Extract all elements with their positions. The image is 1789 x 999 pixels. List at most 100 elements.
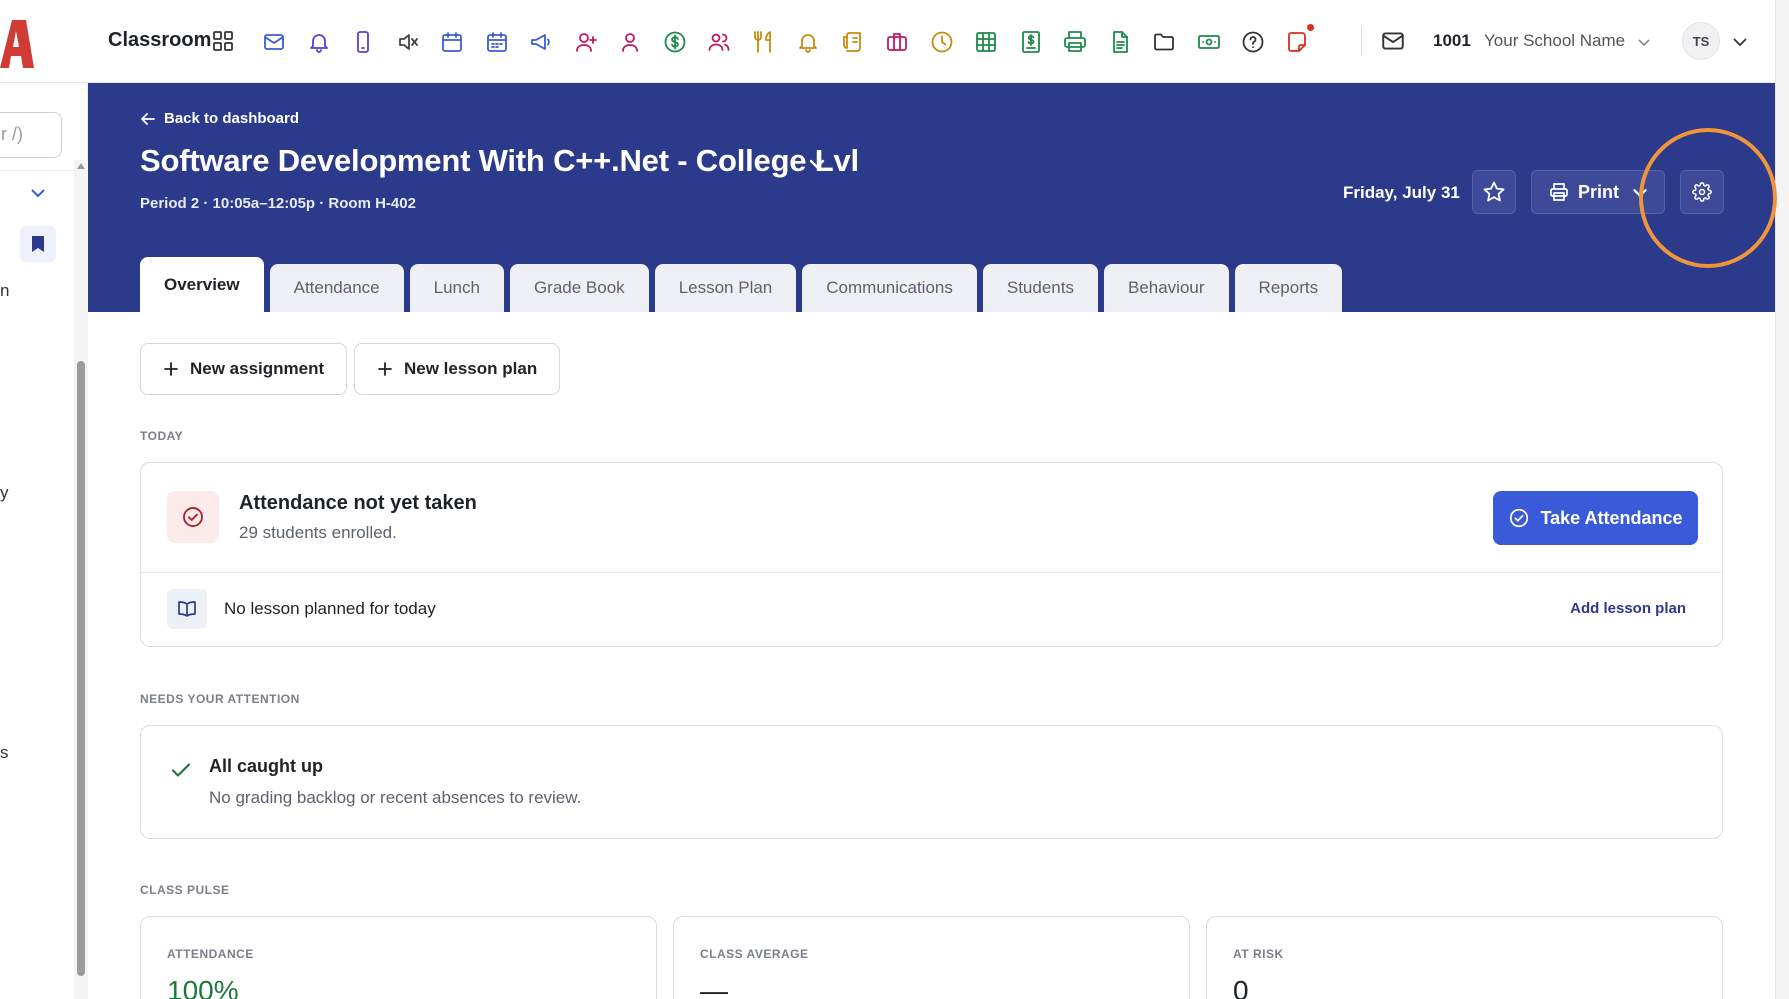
pulse-label: CLASS AVERAGE bbox=[700, 947, 809, 961]
card-divider bbox=[141, 572, 1722, 573]
course-title: Software Development With C++.Net - Coll… bbox=[140, 143, 859, 178]
tab-behaviour[interactable]: Behaviour bbox=[1103, 264, 1229, 312]
print-label: Print bbox=[1578, 181, 1620, 202]
chevron-down-icon[interactable] bbox=[1636, 34, 1652, 50]
messages-icon[interactable] bbox=[1380, 28, 1406, 54]
document-icon[interactable] bbox=[1098, 26, 1143, 58]
tab-communications[interactable]: Communications bbox=[802, 264, 977, 312]
new-lesson-plan-button[interactable]: New lesson plan bbox=[354, 343, 561, 395]
avatar[interactable]: TS bbox=[1682, 22, 1720, 60]
scroll-icon[interactable] bbox=[831, 26, 876, 58]
printer-icon bbox=[1550, 183, 1568, 201]
tab-lesson-plan[interactable]: Lesson Plan bbox=[654, 264, 797, 312]
toolbar-divider bbox=[1361, 26, 1362, 56]
favorite-button[interactable] bbox=[1472, 170, 1516, 214]
pulse-label: ATTENDANCE bbox=[167, 947, 254, 961]
users-icon[interactable] bbox=[697, 26, 742, 58]
pulse-card-at-risk[interactable]: AT RISK 0 bbox=[1206, 916, 1723, 999]
chevron-down-icon bbox=[1632, 188, 1648, 198]
invoice-icon[interactable] bbox=[1009, 26, 1054, 58]
folder-icon[interactable] bbox=[1142, 26, 1187, 58]
pulse-value: 0 bbox=[1233, 975, 1249, 999]
school-number[interactable]: 1001 bbox=[1433, 31, 1471, 51]
lesson-status-icon bbox=[167, 589, 207, 629]
attention-title: All caught up bbox=[209, 756, 323, 776]
sidebar-item-label[interactable]: s bbox=[0, 743, 9, 763]
mute-icon[interactable] bbox=[386, 26, 431, 58]
bell-icon[interactable] bbox=[297, 26, 342, 58]
attention-card: All caught up No grading backlog or rece… bbox=[140, 725, 1723, 839]
back-link-label: Back to dashboard bbox=[164, 110, 300, 127]
chevron-down-icon[interactable] bbox=[27, 182, 49, 204]
back-to-dashboard-link[interactable]: Back to dashboard bbox=[140, 110, 299, 127]
lesson-status-text: No lesson planned for today bbox=[224, 599, 436, 618]
add-lesson-plan-link[interactable]: Add lesson plan bbox=[1570, 600, 1686, 617]
pulse-card-class-average[interactable]: CLASS AVERAGE — bbox=[673, 916, 1190, 999]
new-assignment-label: New assignment bbox=[190, 359, 325, 378]
check-circle-icon bbox=[1510, 508, 1529, 528]
arrow-left-icon bbox=[141, 112, 155, 125]
sidebar: r /) n y s bbox=[0, 83, 88, 999]
course-tabs: Overview Attendance Lunch Grade Book Les… bbox=[140, 257, 1343, 312]
utensils-icon[interactable] bbox=[742, 26, 787, 58]
scroll-up-arrow[interactable] bbox=[77, 163, 85, 169]
chevron-down-icon[interactable] bbox=[806, 153, 828, 175]
tab-lunch[interactable]: Lunch bbox=[409, 264, 504, 312]
app-title[interactable]: Classroom bbox=[108, 29, 211, 52]
table-icon[interactable] bbox=[964, 26, 1009, 58]
tab-attendance[interactable]: Attendance bbox=[269, 264, 404, 312]
megaphone-icon[interactable] bbox=[519, 26, 564, 58]
tab-overview[interactable]: Overview bbox=[140, 257, 264, 312]
tab-reports[interactable]: Reports bbox=[1234, 264, 1343, 312]
school-name[interactable]: Your School Name bbox=[1484, 31, 1625, 51]
course-header: Back to dashboard Software Development W… bbox=[88, 83, 1775, 312]
note-icon[interactable] bbox=[1276, 24, 1321, 58]
sidebar-item-label[interactable]: y bbox=[0, 483, 9, 503]
tab-grade-book[interactable]: Grade Book bbox=[509, 264, 649, 312]
top-bar: Classroom 1001 Your School Name TS bbox=[0, 0, 1789, 83]
sidebar-search-input[interactable]: r /) bbox=[0, 112, 62, 158]
print-button[interactable]: Print bbox=[1531, 170, 1665, 214]
sidebar-item-bookmarks[interactable] bbox=[20, 226, 56, 262]
pulse-card-attendance[interactable]: ATTENDANCE 100% bbox=[140, 916, 657, 999]
toolbar-icons bbox=[252, 24, 1321, 58]
mobile-icon[interactable] bbox=[341, 26, 386, 58]
star-icon bbox=[1483, 181, 1505, 202]
book-icon bbox=[178, 601, 196, 617]
gear-icon bbox=[1692, 182, 1712, 202]
mail-icon[interactable] bbox=[252, 26, 297, 58]
take-attendance-label: Take Attendance bbox=[1540, 507, 1683, 528]
notification-dot bbox=[1307, 24, 1314, 31]
tab-students[interactable]: Students bbox=[982, 264, 1098, 312]
alert-bell-icon[interactable] bbox=[786, 26, 831, 58]
help-icon[interactable] bbox=[1231, 26, 1276, 58]
pulse-value: — bbox=[700, 975, 728, 999]
printer-icon[interactable] bbox=[1053, 26, 1098, 58]
calendar-grid-icon[interactable] bbox=[475, 26, 520, 58]
apps-grid-icon[interactable] bbox=[212, 30, 234, 52]
sidebar-scrollbar-thumb[interactable] bbox=[77, 361, 85, 976]
current-date: Friday, July 31 bbox=[1343, 183, 1460, 202]
plus-icon bbox=[378, 362, 392, 376]
add-user-icon[interactable] bbox=[564, 26, 609, 58]
take-attendance-button[interactable]: Take Attendance bbox=[1493, 491, 1698, 545]
dollar-icon[interactable] bbox=[653, 26, 698, 58]
bookmark-icon bbox=[32, 236, 44, 252]
sidebar-item-label[interactable]: n bbox=[0, 281, 9, 301]
section-label-today: TODAY bbox=[140, 429, 184, 443]
chevron-down-icon[interactable] bbox=[1731, 33, 1749, 51]
course-meta: Period 2 · 10:05a–12:05p · Room H-402 bbox=[140, 195, 416, 212]
attendance-status-icon bbox=[167, 491, 219, 543]
class-settings-button[interactable] bbox=[1680, 170, 1724, 214]
plus-icon bbox=[164, 362, 178, 376]
page-scrollbar[interactable] bbox=[1775, 0, 1789, 999]
user-icon[interactable] bbox=[608, 26, 653, 58]
check-circle-icon bbox=[183, 507, 203, 527]
pulse-value: 100% bbox=[167, 975, 239, 999]
briefcase-icon[interactable] bbox=[875, 26, 920, 58]
new-assignment-button[interactable]: New assignment bbox=[140, 343, 348, 395]
calendar-icon[interactable] bbox=[430, 26, 475, 58]
cash-icon[interactable] bbox=[1187, 26, 1232, 58]
section-label-attention: NEEDS YOUR ATTENTION bbox=[140, 692, 300, 706]
clock-icon[interactable] bbox=[920, 26, 965, 58]
